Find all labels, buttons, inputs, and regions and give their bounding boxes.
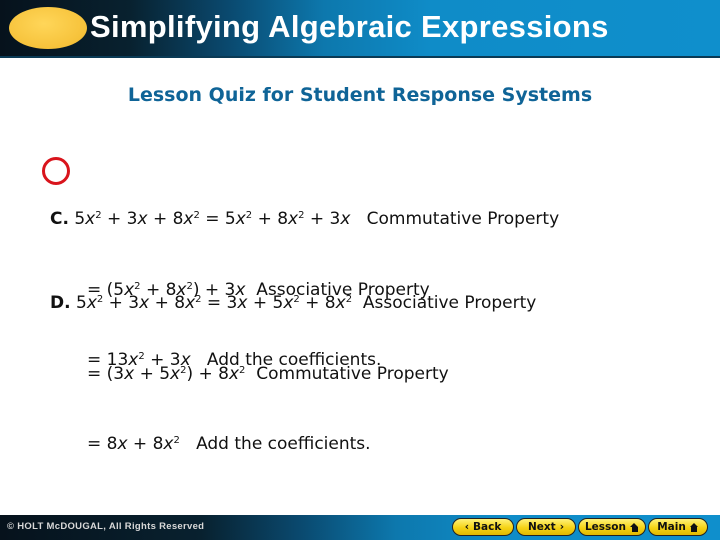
option-line: D. 5x2 + 3x + 8x2 = 3x + 5x2 + 8x2 Assoc… bbox=[50, 292, 536, 316]
lesson-button-label: Lesson bbox=[584, 521, 626, 533]
option-line: = 8x + 8x2 Add the coefficients. bbox=[50, 433, 536, 457]
next-button-label: Next bbox=[527, 521, 556, 533]
back-button[interactable]: ‹ Back bbox=[452, 518, 514, 536]
math-expression: 5x2 + 3x + 8x2 = 3x + 5x2 + 8x2 bbox=[75, 293, 353, 313]
math-expression: 5x2 + 3x + 8x2 = 5x2 + 8x2 + 3x bbox=[74, 209, 351, 229]
option-line: C. 5x2 + 3x + 8x2 = 5x2 + 8x2 + 3x Commu… bbox=[50, 208, 559, 232]
lesson-button[interactable]: Lesson bbox=[578, 518, 646, 536]
quiz-subtitle: Lesson Quiz for Student Response Systems bbox=[127, 84, 593, 106]
math-expression: = (3x + 5x2) + 8x2 bbox=[87, 363, 246, 384]
option-line: = (3x + 5x2) + 8x2 Commutative Property bbox=[50, 363, 536, 387]
main-button-label: Main bbox=[657, 521, 686, 533]
next-button[interactable]: Next › bbox=[516, 518, 576, 536]
page-title: Simplifying Algebraic Expressions bbox=[90, 9, 609, 44]
chevron-right-icon: › bbox=[559, 521, 565, 533]
option-label: C. bbox=[50, 209, 69, 229]
copyright-text: © HOLT McDOUGAL, All Rights Reserved bbox=[7, 521, 205, 532]
option-label: D. bbox=[50, 293, 71, 313]
back-button-label: Back bbox=[473, 521, 502, 533]
answer-option-d[interactable]: D. 5x2 + 3x + 8x2 = 3x + 5x2 + 8x2 Assoc… bbox=[50, 245, 536, 480]
property-reason: Associative Property bbox=[362, 293, 537, 313]
logo-oval bbox=[9, 7, 87, 49]
property-reason: Add the coefficients. bbox=[196, 434, 371, 454]
property-reason: Commutative Property bbox=[366, 209, 560, 229]
home-icon bbox=[689, 522, 699, 532]
header-bar: Simplifying Algebraic Expressions bbox=[0, 0, 720, 58]
chevron-left-icon: ‹ bbox=[464, 521, 470, 533]
math-expression: = 8x + 8x2 bbox=[87, 434, 180, 454]
footer-bar: © HOLT McDOUGAL, All Rights Reserved ‹ B… bbox=[0, 515, 720, 540]
home-icon bbox=[630, 522, 639, 532]
main-button[interactable]: Main bbox=[648, 518, 708, 536]
property-reason: Commutative Property bbox=[256, 363, 449, 384]
